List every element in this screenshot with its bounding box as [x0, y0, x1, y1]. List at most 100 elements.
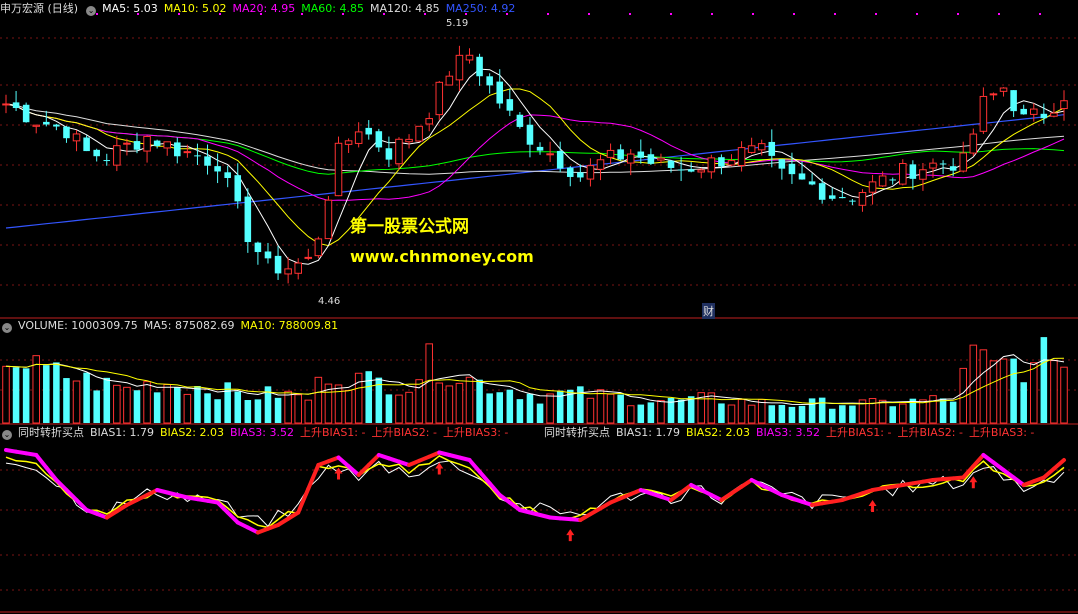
volume-bar — [153, 392, 161, 423]
volume-bar — [889, 406, 896, 423]
candle-body — [93, 149, 100, 157]
volume-bar — [586, 397, 595, 424]
candle-body — [496, 81, 504, 104]
volume-bar — [354, 372, 363, 424]
candle-body — [747, 145, 756, 153]
volume-bar — [2, 365, 10, 424]
volume-bar — [344, 389, 353, 424]
volume-bar — [1029, 362, 1038, 424]
candle-body — [22, 104, 30, 123]
candle-body — [626, 153, 635, 164]
candle-body — [163, 141, 171, 149]
volume-bar — [506, 389, 514, 423]
candle-body — [1029, 108, 1038, 115]
volume-bar — [435, 382, 444, 424]
candle-body — [757, 143, 766, 151]
candle-body — [506, 99, 514, 111]
candle-body — [596, 159, 605, 170]
volume-bar — [214, 399, 221, 423]
volume-bar — [32, 355, 41, 424]
candle-body — [12, 102, 20, 109]
candle-body — [788, 163, 796, 175]
volume-bar — [899, 403, 907, 424]
candle-body — [919, 169, 927, 180]
candle-body — [476, 56, 483, 77]
signal-dot — [465, 13, 467, 15]
volume-bar — [12, 367, 20, 423]
signal-dot — [834, 13, 836, 15]
volume-bar — [939, 398, 947, 423]
volume-bar — [919, 399, 927, 424]
bias3-segment — [366, 453, 381, 467]
volume-bar — [637, 404, 645, 423]
volume-bar — [204, 393, 211, 423]
low-price-note: 4.46 — [318, 296, 341, 307]
bias3-segment — [1051, 458, 1066, 471]
volume-bar — [163, 384, 171, 424]
candle-body — [969, 133, 978, 154]
volume-bar — [677, 399, 685, 423]
volume-bar — [123, 386, 131, 424]
signal-dot — [711, 13, 713, 15]
volume-bar — [839, 405, 846, 423]
candle-body — [395, 138, 403, 165]
volume-bar — [768, 405, 776, 423]
signal-dot — [342, 13, 344, 15]
candle-body — [828, 195, 836, 199]
candle-body — [858, 192, 867, 206]
volume-bar — [465, 376, 474, 424]
signal-dot — [752, 13, 754, 15]
signal-dot — [957, 13, 959, 15]
signal-dot — [424, 13, 426, 15]
bias3-segment — [306, 463, 321, 491]
signal-dot — [1039, 13, 1041, 15]
volume-bar — [727, 404, 736, 424]
candle-body — [979, 95, 988, 132]
candle-body — [637, 151, 645, 158]
candle-body — [53, 124, 60, 127]
candle-body — [113, 145, 121, 166]
candle-body — [899, 162, 907, 185]
candle-body — [405, 138, 413, 143]
candle-body — [244, 196, 252, 243]
candle-body — [647, 154, 655, 164]
candle-body — [677, 169, 685, 171]
candle-body — [818, 183, 826, 200]
volume-bar — [707, 392, 716, 424]
volume-bar — [72, 380, 81, 424]
candle-body — [878, 175, 887, 187]
candle-body — [153, 140, 161, 147]
volume-bar — [1020, 382, 1027, 423]
candle-body — [365, 127, 373, 135]
candle-body — [577, 172, 584, 178]
signal-dot — [875, 13, 877, 15]
signal-dot — [793, 13, 795, 15]
volume-bar — [1050, 360, 1058, 424]
volume-bar — [294, 394, 302, 424]
signal-dot — [260, 13, 262, 15]
volume-bar — [778, 405, 786, 423]
candle-body — [183, 151, 192, 154]
candle-body — [667, 160, 675, 168]
candle-body — [174, 142, 181, 157]
volume-bar — [385, 394, 393, 423]
candle-body — [204, 156, 211, 166]
candle-body — [999, 87, 1008, 92]
candle-body — [254, 242, 262, 253]
volume-bar — [828, 408, 836, 423]
volume-bar — [647, 402, 655, 423]
candle-body — [354, 131, 363, 144]
candle-body — [1040, 113, 1048, 119]
signal-dot — [96, 13, 98, 15]
volume-bar — [536, 403, 544, 423]
volume-bar — [93, 390, 100, 423]
volume-bar — [868, 398, 877, 424]
candle-body — [737, 147, 746, 167]
signal-dot — [588, 13, 590, 15]
finance-marker[interactable]: 财 — [702, 303, 715, 319]
candle-body — [465, 54, 474, 61]
candle-body — [798, 173, 806, 180]
candle-body — [32, 124, 41, 127]
candle-body — [1060, 100, 1068, 110]
candle-body — [83, 137, 90, 152]
